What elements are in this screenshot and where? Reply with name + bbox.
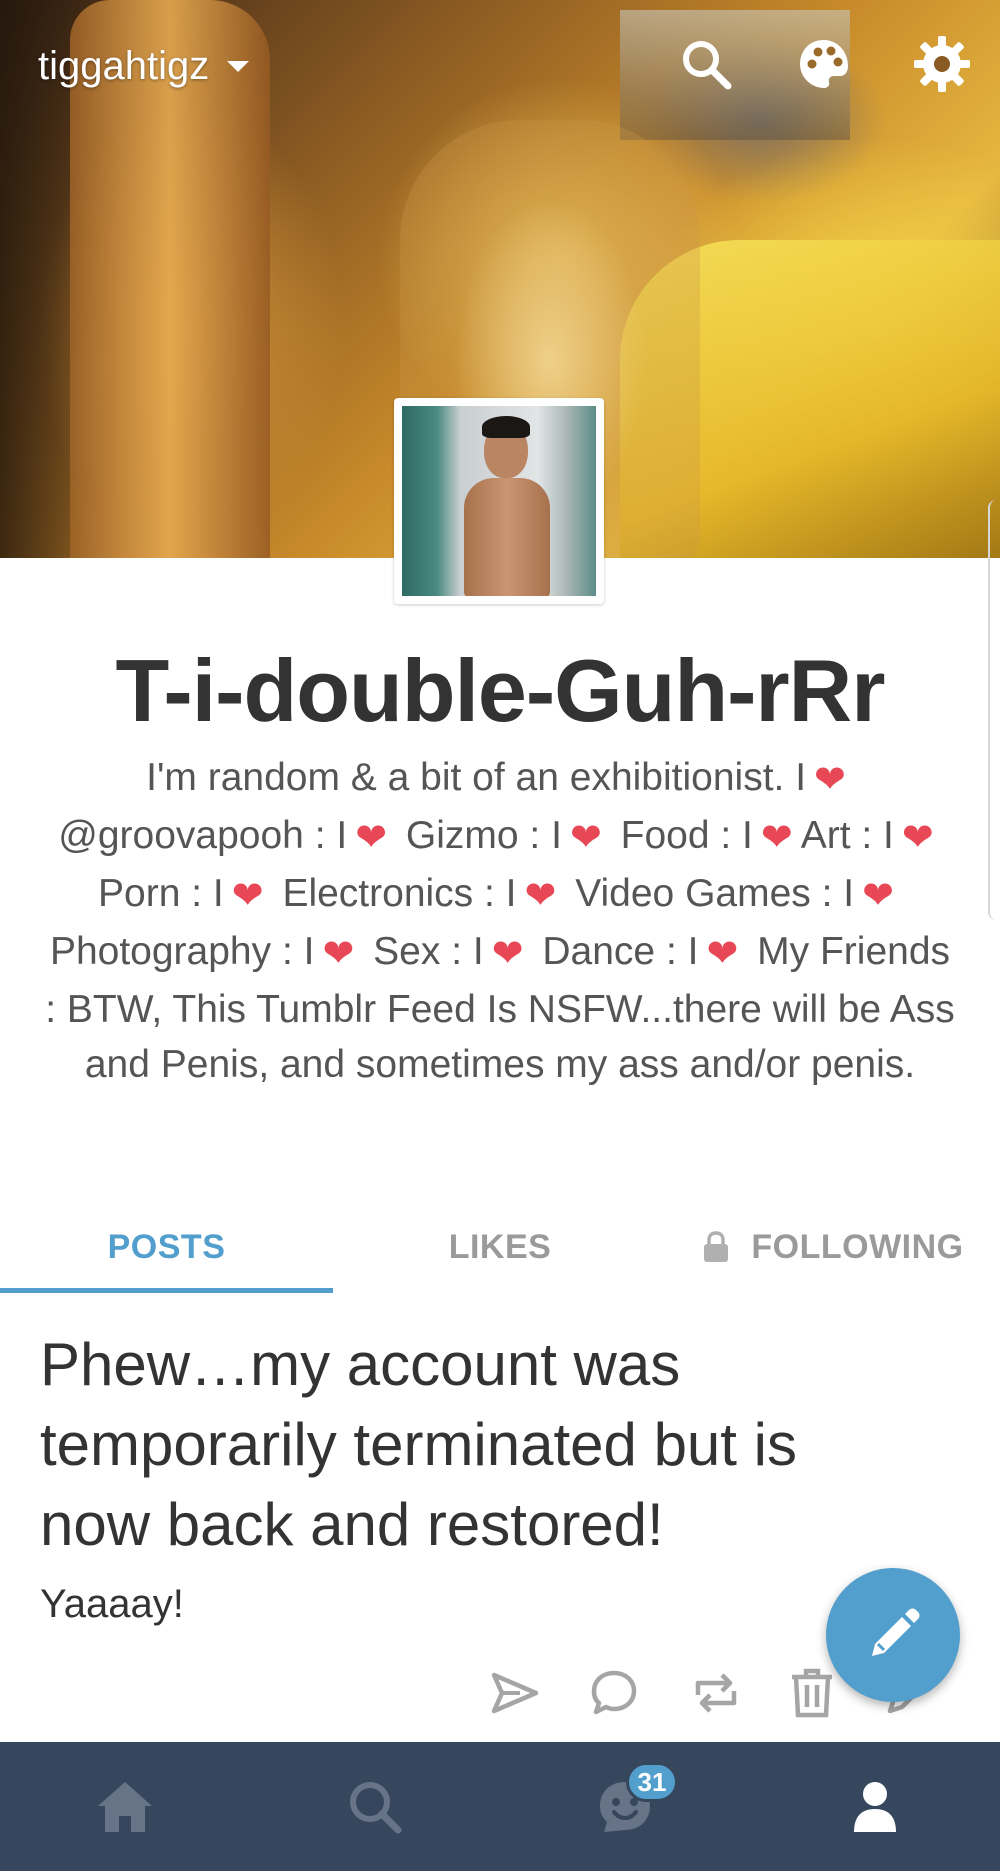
avatar-torso xyxy=(464,478,550,596)
blog-description: I'm random & a bit of an exhibitionist. … xyxy=(40,750,960,1092)
pencil-icon xyxy=(872,1608,920,1656)
caret-down-icon xyxy=(227,61,250,72)
description-part: Video Games : I xyxy=(575,872,855,915)
home-icon xyxy=(98,1781,152,1832)
blog-tabs: POSTS LIKES FOLLOWING xyxy=(0,1200,1000,1294)
bottom-navigation xyxy=(0,1742,1000,1871)
heart-icon: ❤ xyxy=(814,759,846,801)
heart-icon: ❤ xyxy=(901,817,934,859)
heart-icon: ❤ xyxy=(524,875,557,917)
scroll-indicator[interactable] xyxy=(988,500,1000,920)
nav-activity[interactable] xyxy=(500,1742,750,1871)
blog-name: tiggahtigz xyxy=(38,44,210,88)
account-icon xyxy=(854,1781,896,1832)
reblog-icon[interactable] xyxy=(688,1665,744,1721)
description-part: Art : I xyxy=(800,814,894,857)
heart-icon: ❤ xyxy=(569,817,602,859)
lock-icon xyxy=(704,1231,729,1262)
tab-likes[interactable]: LIKES xyxy=(333,1200,667,1294)
compose-button[interactable] xyxy=(826,1568,960,1702)
tab-following-label: FOLLOWING xyxy=(751,1227,964,1266)
description-part: Porn : I xyxy=(98,872,224,915)
top-bar: tiggahtigz xyxy=(0,0,1000,140)
avatar-photo xyxy=(402,406,596,596)
description-part: @groovapooh : I xyxy=(58,814,348,857)
search-icon[interactable] xyxy=(676,34,736,94)
heart-icon: ❤ xyxy=(760,817,793,859)
tab-posts-label: POSTS xyxy=(107,1227,226,1266)
heart-icon: ❤ xyxy=(491,933,524,975)
description-part: Electronics : I xyxy=(282,872,517,915)
heart-icon: ❤ xyxy=(862,875,894,917)
explore-icon xyxy=(350,1781,402,1833)
delete-icon[interactable] xyxy=(784,1665,840,1721)
share-icon[interactable] xyxy=(486,1665,542,1721)
active-tab-indicator xyxy=(0,1288,333,1293)
palette-icon[interactable] xyxy=(794,34,854,94)
post-body: Yaaaay! xyxy=(40,1582,184,1626)
heart-icon: ❤ xyxy=(231,875,264,917)
tab-following[interactable]: FOLLOWING xyxy=(667,1200,1000,1294)
tab-posts[interactable]: POSTS xyxy=(0,1200,333,1294)
avatar-hair xyxy=(482,416,530,438)
nav-explore[interactable] xyxy=(250,1742,500,1871)
description-part: Food : I xyxy=(620,814,753,857)
description-part: Photography : I xyxy=(49,930,315,973)
nav-account[interactable] xyxy=(750,1742,1000,1871)
description-part: Sex : I xyxy=(373,930,484,973)
post-title: Phew…my account was temporarily terminat… xyxy=(40,1331,797,1558)
description-part: I'm random & a bit of an exhibitionist. … xyxy=(146,756,807,799)
reply-icon[interactable] xyxy=(586,1665,642,1721)
heart-icon: ❤ xyxy=(706,933,739,975)
description-part: Dance : I xyxy=(542,930,699,973)
blog-switcher[interactable]: tiggahtigz xyxy=(38,44,250,89)
description-part: Gizmo : I xyxy=(405,814,562,857)
gear-icon[interactable] xyxy=(912,34,972,94)
nav-home[interactable] xyxy=(0,1742,250,1871)
heart-icon: ❤ xyxy=(322,933,355,975)
heart-icon: ❤ xyxy=(355,817,388,859)
blog-title: T-i-double-Guh-rRr xyxy=(115,641,886,740)
tab-likes-label: LIKES xyxy=(448,1227,552,1266)
blog-avatar[interactable] xyxy=(394,398,604,604)
activity-badge: 31 xyxy=(626,1762,678,1802)
